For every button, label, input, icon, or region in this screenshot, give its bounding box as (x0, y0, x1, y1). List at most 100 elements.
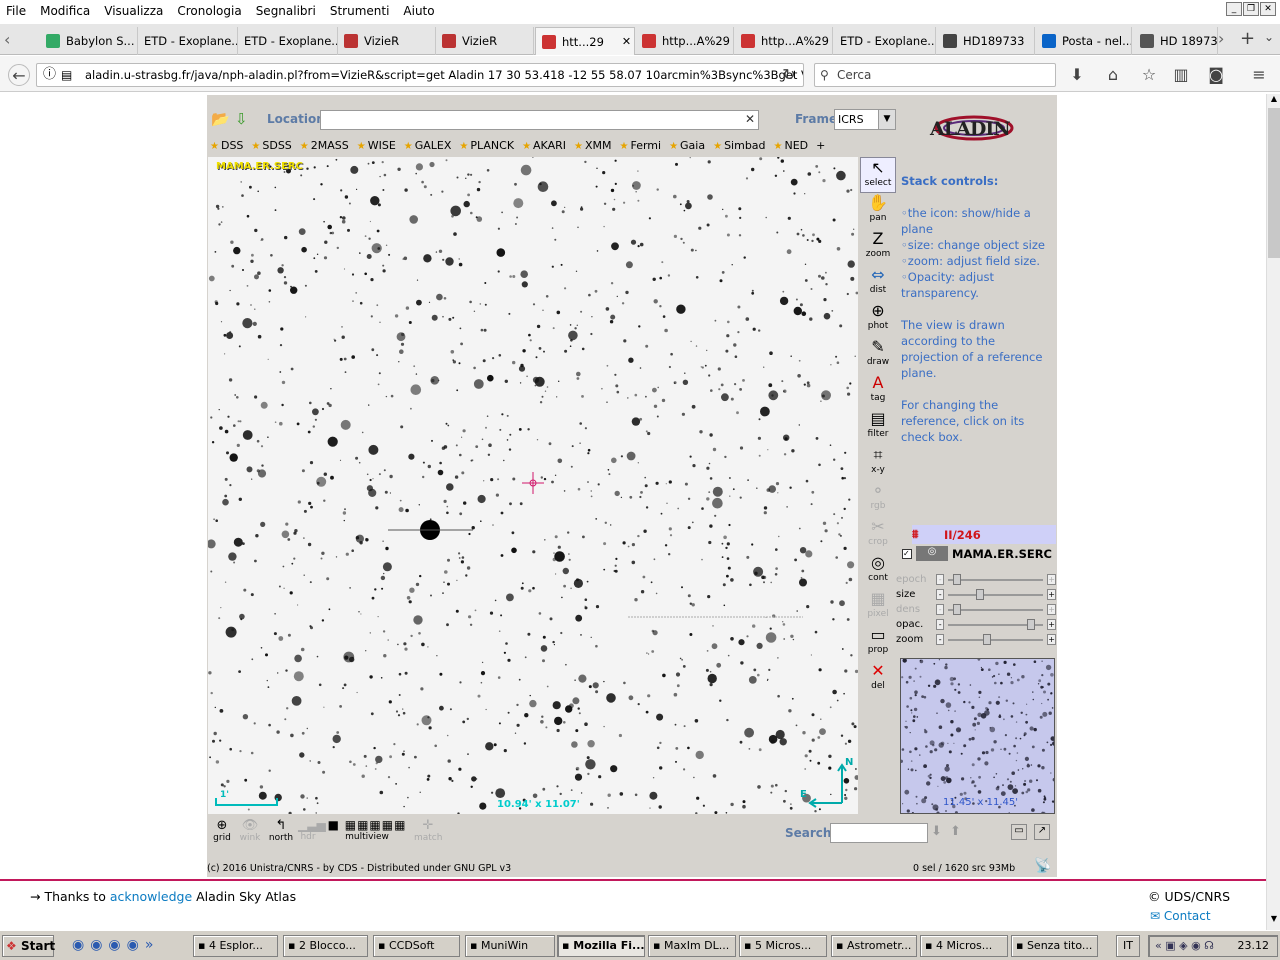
tab-list-icon[interactable]: ⌄ (1264, 30, 1274, 44)
survey-7[interactable]: ★ XMM (574, 139, 612, 152)
survey-2[interactable]: ★ 2MASS (300, 139, 349, 152)
slider-minus-icon[interactable]: - (935, 604, 945, 615)
plane-image-mama[interactable]: ✓ ◎ MAMA.ER.SERC (902, 544, 1056, 563)
reload-icon[interactable]: ↻ (778, 64, 800, 86)
tool-draw-button[interactable]: ✎ draw (860, 337, 896, 373)
frame-select[interactable]: ICRS ▼ (834, 109, 896, 130)
tabs-scroll-left-icon[interactable]: ‹ (4, 30, 10, 49)
survey-4[interactable]: ★ GALEX (404, 139, 452, 152)
tab-8[interactable]: ETD - Exoplane... (834, 27, 936, 55)
scroll-thumb[interactable] (1268, 108, 1280, 258)
tabs-scroll-right-icon[interactable]: › (1218, 29, 1224, 48)
taskbar-item-7[interactable]: ▪ Astrometr... (831, 935, 917, 957)
slider-minus-icon[interactable]: - (935, 619, 945, 630)
minimize-icon[interactable]: _ (1226, 2, 1242, 16)
survey-5[interactable]: ★ PLANCK (459, 139, 514, 152)
survey-1[interactable]: ★ SDSS (251, 139, 291, 152)
tool-zoom-button[interactable]: Zzoom (860, 229, 896, 265)
slider-plus-icon[interactable]: + (1047, 634, 1056, 645)
language-indicator[interactable]: IT (1116, 935, 1140, 957)
slider-plus-icon[interactable]: + (1047, 604, 1056, 615)
tool-x-y-button[interactable]: ⌗ x-y (860, 445, 896, 481)
search-field[interactable]: ⚲ Cerca (814, 63, 1056, 87)
taskbar-item-0[interactable]: ▪ 4 Esplor... (193, 935, 278, 957)
north-button[interactable]: ↰ north (268, 818, 294, 843)
menu-file[interactable]: File (6, 4, 26, 18)
taskbar-item-2[interactable]: ▪ CCDSoft (373, 935, 460, 957)
survey-10[interactable]: ★ Simbad (713, 139, 765, 152)
slider-track[interactable] (948, 603, 1044, 615)
survey-6[interactable]: ★ AKARI (522, 139, 566, 152)
slider-plus-icon[interactable]: + (1047, 589, 1056, 600)
clear-location-icon[interactable]: ✕ (745, 112, 755, 126)
tab-7[interactable]: http...A%29 (735, 27, 833, 55)
match-button[interactable]: ✛ match (414, 818, 442, 843)
menu-strumenti[interactable]: Strumenti (330, 4, 390, 18)
tab-close-icon[interactable]: ✕ (622, 35, 631, 48)
survey-8[interactable]: ★ Fermi (620, 139, 662, 152)
slider-thumb[interactable] (1026, 618, 1035, 630)
scroll-down-icon[interactable]: ▼ (1268, 914, 1280, 926)
tab-10[interactable]: Posta - nel... (1036, 27, 1132, 55)
survey-9[interactable]: ★ Gaia (669, 139, 705, 152)
url-bar[interactable]: ⓘ ▤ aladin.u-strasbg.fr/java/nph-aladin.… (36, 63, 804, 87)
start-button[interactable]: ❖ Start (2, 935, 55, 957)
survey-3[interactable]: ★ WISE (357, 139, 396, 152)
slider-thumb[interactable] (983, 633, 992, 645)
contact-link[interactable]: ✉ Contact (1150, 909, 1211, 923)
hdr-button[interactable]: ▁▃▅ hdr (298, 818, 326, 842)
tray-icons[interactable]: « ▣ ◈ ◉ ☊ (1155, 936, 1214, 956)
slider-minus-icon[interactable]: - (935, 589, 945, 600)
taskbar-item-9[interactable]: ▪ Senza tito... (1011, 935, 1098, 957)
tool-select-button[interactable]: ↖ select (860, 157, 896, 193)
menu-cronologia[interactable]: Cronologia (177, 4, 241, 18)
tool-filter-button[interactable]: ▤ filter (860, 409, 896, 445)
taskbar-item-5[interactable]: ▪ MaxIm DL... (648, 935, 736, 957)
tool-phot-button[interactable]: ⊕ phot (860, 301, 896, 337)
new-tab-icon[interactable]: + (1240, 28, 1255, 49)
home-icon[interactable]: ⌂ (1102, 64, 1124, 86)
tab-11[interactable]: HD 18973 (1134, 27, 1218, 55)
slider-track[interactable] (948, 618, 1044, 630)
hamburger-menu-icon[interactable]: ≡ (1248, 64, 1270, 86)
tab-2[interactable]: ETD - Exoplane... (238, 27, 338, 55)
tab-0[interactable]: Babylon S... (40, 27, 138, 55)
page-scrollbar[interactable]: ▲ ▼ (1266, 94, 1280, 930)
bookmark-star-icon[interactable]: ☆ (1138, 64, 1160, 86)
restore-icon[interactable]: ❐ (1243, 2, 1259, 16)
survey-12[interactable]: + (816, 139, 825, 152)
close-icon[interactable]: ✕ (1260, 2, 1276, 16)
save-download-icon[interactable]: ⇩ (235, 110, 248, 128)
taskbar-item-6[interactable]: ▪ 5 Micros... (739, 935, 827, 957)
minimap-view[interactable] (900, 658, 1055, 814)
slider-thumb[interactable] (953, 603, 962, 615)
taskbar-item-1[interactable]: ▪ 2 Blocco... (283, 935, 368, 957)
chevron-down-icon[interactable]: ▼ (878, 110, 895, 129)
slider-track[interactable] (948, 633, 1044, 645)
maximize-view-icon[interactable]: ▭ (1011, 824, 1027, 840)
plane-catalog-ii246[interactable]: ⩩ II/246 (912, 525, 1056, 544)
tool-pixel-button[interactable]: ▦ pixel (860, 589, 896, 625)
survey-11[interactable]: ★ NED (774, 139, 809, 152)
menu-visualizza[interactable]: Visualizza (104, 4, 163, 18)
open-folder-icon[interactable]: 📂 (211, 110, 230, 128)
tab-6[interactable]: http...A%29 (636, 27, 734, 55)
survey-0[interactable]: ★ DSS (210, 139, 243, 152)
pocket-icon[interactable]: ◙ (1205, 64, 1227, 86)
library-icon[interactable]: ▥ (1170, 64, 1192, 86)
taskbar-item-3[interactable]: ▪ MuniWin (465, 935, 555, 957)
scroll-up-icon[interactable]: ▲ (1268, 94, 1280, 106)
external-window-icon[interactable]: ↗ (1034, 824, 1050, 840)
taskbar-item-4[interactable]: ▪ Mozilla Fi... (557, 935, 645, 957)
tool-tag-button[interactable]: Atag (860, 373, 896, 409)
tab-5[interactable]: htt...29 ✕ (535, 27, 635, 55)
slider-minus-icon[interactable]: - (935, 574, 945, 585)
plane-checkbox[interactable]: ✓ (902, 548, 912, 559)
tool-del-button[interactable]: ✕ del (860, 661, 896, 697)
tool-crop-button[interactable]: ✂ crop (860, 517, 896, 553)
search-next-icon[interactable]: ⬇ (931, 824, 942, 839)
tool-rgb-button[interactable]: ⚬ rgb (860, 481, 896, 517)
taskbar-item-8[interactable]: ▪ 4 Micros... (920, 935, 1008, 957)
location-input[interactable] (320, 110, 759, 130)
tab-4[interactable]: VizieR (436, 27, 534, 55)
